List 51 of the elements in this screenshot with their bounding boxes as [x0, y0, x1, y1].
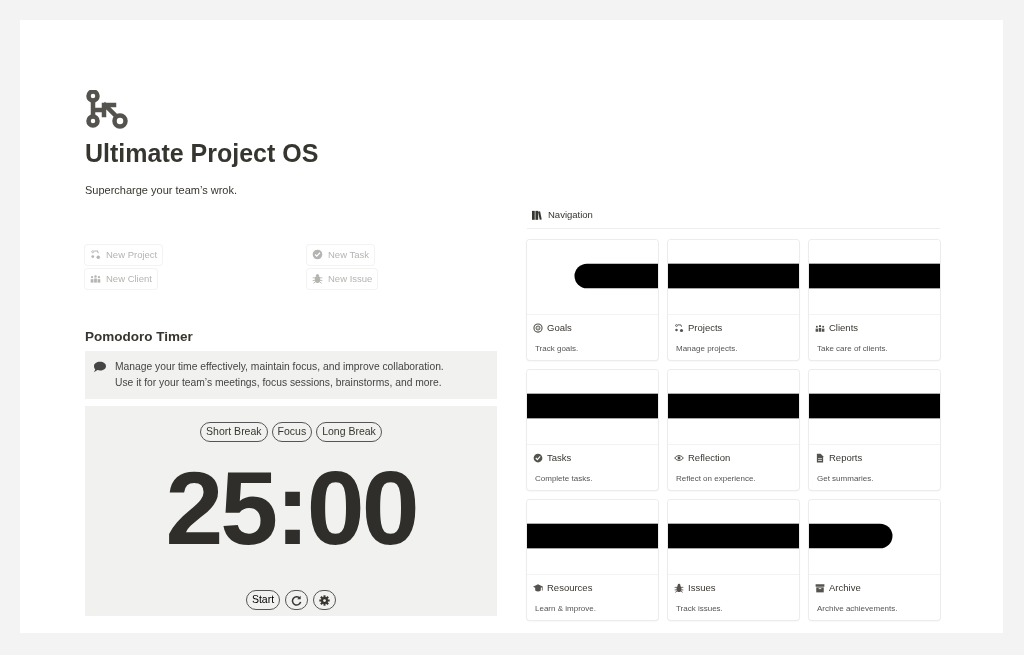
navigation-card[interactable]: Tasks Complete tasks. [527, 370, 658, 491]
card-description: Archive achievements. [817, 602, 899, 615]
target-icon [533, 323, 543, 334]
logo-icon [85, 90, 131, 130]
document-icon [815, 453, 825, 464]
card-title: Reports [829, 451, 863, 466]
card-description: Track goals. [535, 342, 580, 355]
card-title: Tasks [547, 451, 572, 466]
people-icon [90, 273, 101, 285]
bug-icon [674, 583, 684, 594]
navigation-card[interactable]: Resources Learn & improve. [527, 500, 658, 621]
books-icon [532, 210, 543, 221]
graduation-cap-icon [533, 583, 543, 594]
reset-icon [291, 594, 303, 606]
navigation-card[interactable]: Goals Track goals. [527, 240, 658, 361]
callout-text: Manage your time effectively, maintain focus, and improve collaboration. Use it for your team’s meetings, focus sessions, brainstorms, and more. [115, 360, 445, 391]
navigation-card[interactable]: Reflection Reflect on experience. [668, 370, 799, 491]
timer-display: 25:00 [165, 455, 417, 560]
nodes-icon [674, 323, 684, 334]
settings-icon [319, 594, 331, 606]
card-description: Reflect on experience. [676, 472, 757, 485]
page-subtitle: Supercharge your team’s wrok. [85, 183, 239, 198]
card-description: Take care of clients. [817, 342, 889, 355]
navigation-card[interactable]: Projects Manage projects. [668, 240, 799, 361]
people-icon [815, 323, 825, 334]
card-title: Resources [547, 581, 593, 596]
section-heading: Navigation [548, 208, 593, 222]
section-heading: Pomodoro Timer [85, 329, 194, 346]
card-description: Complete tasks. [535, 472, 594, 485]
bug-icon [312, 273, 323, 285]
card-title: Archive [829, 581, 861, 596]
page-title: Ultimate Project OS [85, 138, 320, 168]
nodes-icon [90, 249, 101, 261]
card-title: Issues [688, 581, 716, 596]
check-circle-icon [312, 249, 323, 261]
card-description: Learn & improve. [535, 602, 597, 615]
speech-bubble-icon [93, 361, 107, 374]
card-description: Manage projects. [676, 342, 739, 355]
card-description: Track issues. [676, 602, 724, 615]
navigation-card[interactable]: Clients Take care of clients. [809, 240, 940, 361]
navigation-card[interactable]: Archive Archive achievements. [809, 500, 940, 621]
navigation-card[interactable]: Issues Track issues. [668, 500, 799, 621]
check-circle-icon [533, 453, 543, 464]
card-description: Get summaries. [817, 472, 875, 485]
eye-icon [674, 453, 684, 464]
card-title: Reflection [688, 451, 731, 466]
archive-box-icon [815, 583, 825, 594]
card-title: Projects [688, 321, 723, 336]
card-title: Goals [547, 321, 572, 336]
card-title: Clients [829, 321, 859, 336]
navigation-card[interactable]: Reports Get summaries. [809, 370, 940, 491]
